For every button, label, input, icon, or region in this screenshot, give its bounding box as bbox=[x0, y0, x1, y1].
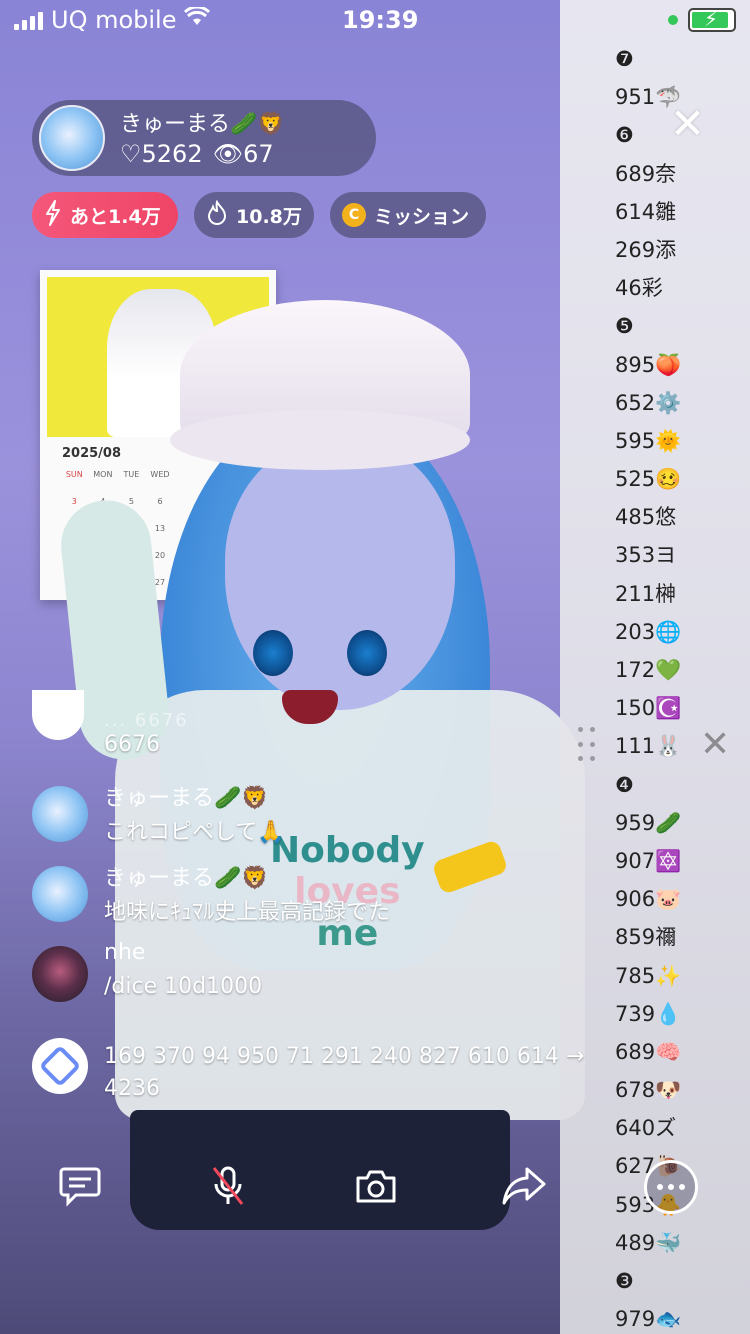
chat-username[interactable]: nhe bbox=[104, 940, 145, 965]
goal-badge[interactable]: あと1.4万 bbox=[32, 192, 178, 238]
ranking-entry: 652⚙️ bbox=[615, 390, 682, 415]
ranking-entry: 689奈 bbox=[615, 161, 677, 186]
close-panel-icon[interactable]: ✕ bbox=[700, 727, 730, 763]
ranking-entry: 485悠 bbox=[615, 505, 677, 530]
ranking-list: ❼ 951🦈 ❻ 689奈 614雛 269添 46彩 ❺ 895🍑 652⚙️ 595🌞 525🥴 4… bbox=[615, 40, 745, 1334]
chat-text: 地味にｷｭﾏﾙ史上最高記録でた bbox=[104, 900, 391, 925]
chat-text: 4236 bbox=[104, 1076, 160, 1101]
ranking-entry: 203🌐 bbox=[615, 619, 682, 644]
chat-avatar[interactable] bbox=[32, 786, 88, 842]
streamer-avatar[interactable] bbox=[39, 105, 105, 171]
mute-mic-button[interactable] bbox=[200, 1160, 256, 1216]
ranking-entry: 640ズ bbox=[615, 1116, 677, 1141]
comment-button[interactable] bbox=[52, 1160, 108, 1216]
popularity-value: 10.8万 bbox=[236, 205, 302, 228]
drag-handle-icon[interactable] bbox=[578, 727, 598, 767]
carrier-info: UQ mobile bbox=[14, 5, 211, 34]
chat-username[interactable]: きゅーまる🥒🦁 bbox=[104, 780, 269, 812]
lightning-icon bbox=[44, 199, 62, 231]
more-dot-icon bbox=[657, 1184, 663, 1190]
mission-badge[interactable]: C ミッション bbox=[330, 192, 486, 238]
dice-bot-icon bbox=[38, 1044, 82, 1088]
shirt-print: Nobody loves me bbox=[270, 830, 425, 954]
ranking-entry: 211榊 bbox=[615, 581, 677, 606]
mission-label: ミッション bbox=[374, 205, 470, 228]
camera-icon bbox=[354, 1166, 398, 1210]
popularity-badge[interactable]: 10.8万 bbox=[194, 192, 314, 238]
chat-avatar[interactable] bbox=[32, 866, 88, 922]
ranking-entry: 614雛 bbox=[615, 199, 677, 224]
wifi-icon bbox=[184, 5, 211, 33]
flame-icon bbox=[206, 199, 228, 231]
ranking-entry: 150☪️ bbox=[615, 696, 682, 721]
carrier-name: UQ mobile bbox=[51, 6, 177, 34]
more-dot-icon bbox=[668, 1184, 674, 1190]
ranking-entry: ❸ bbox=[615, 1269, 634, 1293]
ranking-entry: 353ヨ bbox=[615, 543, 677, 568]
ranking-entry: 525🥴 bbox=[615, 467, 682, 492]
ranking-entry: 269添 bbox=[615, 237, 677, 262]
ranking-entry: 595🌞 bbox=[615, 428, 682, 453]
ranking-entry: 678🐶 bbox=[615, 1078, 682, 1103]
streamer-info-card[interactable]: きゅーまる🥒🦁 ♡5262 👁67 bbox=[32, 100, 376, 176]
ranking-entry: 46彩 bbox=[615, 276, 663, 301]
ranking-entry: 906🐷 bbox=[615, 887, 682, 912]
avatar-cap-brim bbox=[170, 410, 470, 470]
goal-badge-label: あと1.4万 bbox=[70, 205, 161, 228]
ranking-entry: 979🐟 bbox=[615, 1307, 682, 1332]
more-options-button[interactable] bbox=[644, 1160, 698, 1214]
ranking-entry: ❺ bbox=[615, 314, 634, 339]
ranking-entry: 785✨ bbox=[615, 963, 682, 988]
comment-icon bbox=[58, 1165, 102, 1211]
ranking-entry: ❹ bbox=[615, 772, 634, 797]
share-button[interactable] bbox=[496, 1160, 552, 1216]
avatar-eye-left bbox=[253, 630, 293, 676]
ranking-entry: 859禰 bbox=[615, 925, 677, 950]
streamer-stats: ♡5262 👁67 bbox=[120, 140, 274, 168]
signal-icon bbox=[14, 10, 43, 30]
chat-text: 169 370 94 950 71 291 240 827 610 614 → bbox=[104, 1044, 585, 1069]
coin-icon: C bbox=[342, 203, 366, 227]
ranking-entry: 739💧 bbox=[615, 1001, 682, 1026]
ranking-entry: 895🍑 bbox=[615, 352, 682, 377]
shirt-text-line: Nobody bbox=[270, 830, 425, 871]
chat-avatar[interactable] bbox=[32, 690, 84, 740]
streamer-name: きゅーまる🥒🦁 bbox=[120, 112, 285, 137]
viewer-count: 👁67 bbox=[212, 140, 274, 168]
chat-text: これコピペして🙏 bbox=[104, 820, 285, 845]
more-dot-icon bbox=[679, 1184, 685, 1190]
chat-partial-line: ... 6676 bbox=[104, 710, 189, 731]
chat-username[interactable]: きゅーまる🥒🦁 bbox=[104, 860, 269, 892]
ranking-entry: 959🥒 bbox=[615, 810, 682, 835]
mic-indicator-icon bbox=[668, 15, 678, 25]
battery-icon: ⚡ bbox=[688, 7, 736, 32]
chat-avatar[interactable] bbox=[32, 946, 88, 1002]
avatar-skirt bbox=[130, 1110, 510, 1230]
chat-text: /dice 10d1000 bbox=[104, 974, 263, 999]
share-arrow-icon bbox=[501, 1165, 547, 1211]
mic-off-icon bbox=[208, 1164, 248, 1212]
ranking-panel[interactable]: ⚡ ❼ 951🦈 ❻ 689奈 614雛 269添 46彩 ❺ 895🍑 652⚙️ 595🌞 525… bbox=[560, 0, 750, 1334]
hearts-count: ♡5262 bbox=[120, 140, 203, 168]
avatar-eye-right bbox=[347, 630, 387, 676]
camera-button[interactable] bbox=[348, 1160, 404, 1216]
ranking-entry: 907🔯 bbox=[615, 848, 682, 873]
clock: 19:39 bbox=[342, 6, 419, 34]
ranking-entry: 689🧠 bbox=[615, 1039, 682, 1064]
chat-text: 6676 bbox=[104, 732, 160, 757]
ranking-entry: 172💚 bbox=[615, 658, 682, 682]
close-icon[interactable]: ✕ bbox=[670, 103, 705, 145]
chat-avatar[interactable] bbox=[32, 1038, 88, 1094]
ranking-entry: ❼ bbox=[615, 47, 634, 71]
ranking-entry: 489🐳 bbox=[615, 1230, 682, 1255]
status-right: ⚡ bbox=[668, 7, 736, 32]
